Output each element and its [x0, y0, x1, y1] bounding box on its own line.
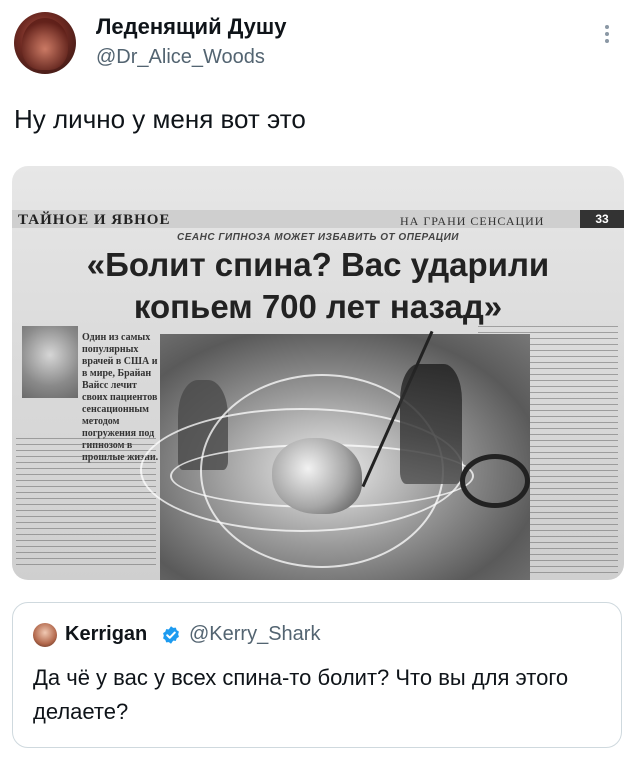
tweet-header: Леденящий Душу @Dr_Alice_Woods	[0, 0, 640, 90]
quoted-author-avatar[interactable]	[33, 623, 57, 647]
section-right: НА ГРАНИ СЕНСАЦИИ	[400, 214, 545, 228]
knight-figure	[400, 364, 462, 484]
kicker: СЕАНС ГИПНОЗА МОЖЕТ ИЗБАВИТЬ ОТ ОПЕРАЦИИ	[176, 232, 459, 243]
cannon-wheel	[460, 454, 530, 508]
headline-line1: «Болит спина? Вас ударили	[86, 246, 550, 283]
left-column-text	[16, 438, 156, 568]
quoted-author-name[interactable]: Kerrigan	[65, 623, 147, 646]
page-number: 33	[580, 210, 624, 228]
tweet-text: Ну лично у меня вот это	[14, 104, 306, 134]
portrait-photo	[22, 326, 78, 398]
quoted-tweet[interactable]: Kerrigan @Kerry_Shark Да чё у вас у всех…	[12, 602, 622, 748]
tweet-image[interactable]: ТАЙНОЕ И ЯВНОЕ НА ГРАНИ СЕНСАЦИИ 33 СЕАН…	[12, 166, 624, 580]
section-left: ТАЙНОЕ И ЯВНОЕ	[18, 212, 171, 228]
verified-badge-icon	[163, 626, 179, 644]
author-handle[interactable]: @Dr_Alice_Woods	[96, 46, 265, 69]
author-avatar[interactable]	[14, 12, 76, 74]
headline-line2: копьем 700 лет назад»	[133, 288, 503, 325]
quoted-tweet-text: Да чё у вас у всех спина-то болит? Что в…	[33, 665, 569, 724]
more-icon[interactable]	[600, 22, 614, 52]
article-illustration	[140, 330, 530, 580]
quoted-author-handle[interactable]: @Kerry_Shark	[189, 623, 320, 646]
rock-image	[272, 438, 362, 514]
author-name[interactable]: Леденящий Душу	[96, 14, 286, 40]
